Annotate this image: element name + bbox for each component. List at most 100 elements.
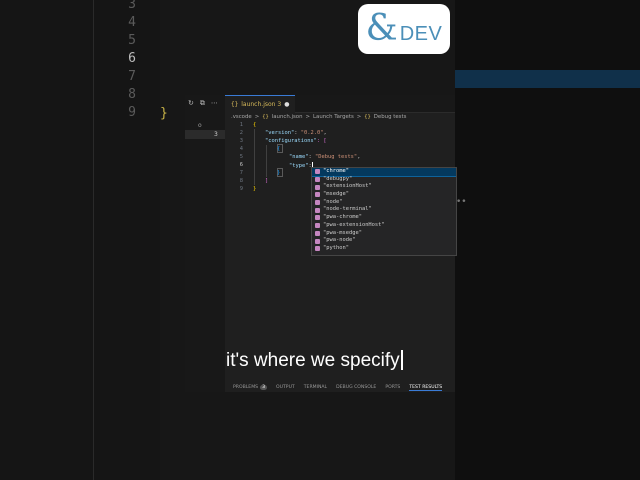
code-line: { — [253, 122, 256, 128]
breadcrumb-section[interactable]: Launch Targets — [313, 114, 354, 120]
line-number: 9 — [239, 186, 243, 192]
copy-icon[interactable]: ⧉ — [200, 99, 205, 108]
comma: , — [357, 154, 361, 160]
tab-debug-console[interactable]: DEBUG CONSOLE — [336, 385, 376, 390]
background-line-number: 3 — [128, 0, 136, 12]
suggestion-label: "node-terminal" — [323, 206, 372, 213]
line-number: 1 — [239, 122, 243, 128]
value-icon — [315, 169, 320, 175]
line-number: 7 — [239, 170, 243, 176]
activity-selected-row[interactable] — [185, 130, 225, 139]
suggestion-item[interactable]: "chrome" — [312, 168, 456, 177]
json-key: "name" — [289, 154, 309, 160]
value-icon — [315, 215, 320, 221]
refresh-icon[interactable]: ↻ — [188, 99, 194, 108]
suggestion-item[interactable]: "msedge" — [312, 191, 456, 199]
suggestion-label: "pwa-extensionHost" — [323, 221, 385, 228]
brace: } — [253, 186, 257, 192]
breadcrumb: .vscode > {} launch.json > Launch Target… — [231, 114, 406, 120]
suggestion-item[interactable]: "extensionHost" — [312, 183, 456, 191]
unsaved-dot-icon[interactable]: ● — [284, 101, 289, 108]
caption-text: it's where we specify — [226, 350, 400, 371]
value-icon — [315, 207, 320, 213]
suggestion-item[interactable]: "debugpy" — [312, 176, 456, 184]
logo-ampersand: & — [365, 8, 398, 49]
tab-test-results[interactable]: TEST RESULTS — [409, 385, 443, 391]
json-key: "type" — [289, 163, 309, 169]
code-line: "configurations": [ — [265, 138, 327, 144]
value-icon — [315, 230, 320, 236]
suggestion-item[interactable]: "pwa-chrome" — [312, 214, 456, 222]
value-icon — [315, 184, 320, 190]
panel-tab-bar: PROBLEMS 3 OUTPUT TERMINAL DEBUG CONSOLE … — [225, 383, 455, 392]
breadcrumb-separator: > — [356, 114, 362, 120]
code-line: "name": "Debug tests", — [289, 154, 360, 160]
suggestion-label: "python" — [323, 244, 349, 251]
breadcrumb-file[interactable]: launch.json — [272, 114, 303, 120]
breadcrumb-separator: > — [305, 114, 311, 120]
indent-guide — [254, 129, 255, 185]
more-icon[interactable]: ⋯ — [211, 99, 218, 108]
tab-problems[interactable]: PROBLEMS 3 — [233, 385, 268, 390]
json-icon: {} — [231, 101, 239, 108]
breadcrumb-folder[interactable]: .vscode — [231, 114, 252, 120]
problems-badge: 3 — [260, 385, 268, 390]
value-icon — [315, 200, 320, 206]
suggestion-item[interactable]: "node" — [312, 199, 456, 207]
editor-tab-bar: {} launch.json 3 ● — [225, 95, 455, 113]
comma: , — [323, 130, 327, 136]
brace: { — [277, 146, 281, 152]
indent-guide — [266, 145, 267, 177]
background-divider — [93, 0, 94, 480]
logo-text: DEV — [399, 22, 443, 45]
breadcrumb-item[interactable]: Debug tests — [374, 114, 407, 120]
json-icon: {} — [364, 114, 371, 120]
tab-launch-json[interactable]: {} launch.json 3 ● — [225, 95, 296, 113]
background-ellipsis: •• — [456, 197, 467, 207]
suggestion-item[interactable]: "pwa-msedge" — [312, 230, 456, 238]
bracket: : [ — [316, 138, 327, 144]
background-brace: } — [160, 106, 168, 121]
suggestion-label: "extensionHost" — [323, 183, 372, 190]
background-highlight — [455, 70, 640, 88]
tab-label: PROBLEMS — [233, 385, 259, 390]
code-line: "version": "0.2.0", — [265, 130, 327, 136]
background-line-number: 5 — [128, 33, 136, 48]
line-number: 2 — [239, 130, 243, 136]
json-string: "Debug tests" — [314, 154, 358, 160]
json-key: "configurations" — [265, 138, 317, 144]
suggestion-label: "node" — [323, 198, 343, 205]
value-icon — [315, 238, 320, 244]
activity-badge: o — [198, 122, 202, 129]
tab-ports[interactable]: PORTS — [385, 385, 400, 390]
background-line-number: 8 — [128, 87, 136, 102]
suggestion-label: "chrome" — [323, 168, 349, 174]
code-line-current: "type": — [289, 162, 313, 169]
suggestion-item[interactable]: "node-terminal" — [312, 206, 456, 214]
suggestion-item[interactable]: "pwa-node" — [312, 237, 456, 245]
code-line: } — [253, 186, 256, 192]
breadcrumb-separator: > — [254, 114, 260, 120]
value-icon — [315, 192, 320, 198]
line-number: 4 — [239, 146, 243, 152]
background-line-number: 9 — [128, 105, 136, 120]
tab-terminal[interactable]: TERMINAL — [304, 385, 327, 390]
line-number: 8 — [239, 178, 243, 184]
tab-label: launch.json 3 — [241, 101, 282, 108]
activity-toolbar: ↻ ⧉ ⋯ — [188, 99, 218, 108]
suggestion-item[interactable]: "pwa-extensionHost" — [312, 222, 456, 230]
value-icon — [315, 177, 320, 183]
value-icon — [315, 223, 320, 229]
suggestion-label: "msedge" — [323, 191, 349, 198]
channel-logo: & DEV — [358, 4, 450, 54]
line-number-current: 6 — [239, 162, 243, 168]
code-line: } — [277, 170, 280, 176]
suggestion-item[interactable]: "python" — [312, 245, 456, 253]
suggestion-label: "pwa-chrome" — [323, 214, 362, 221]
caption-caret — [400, 350, 403, 370]
background-line-number-active: 6 — [128, 51, 136, 66]
json-icon: {} — [262, 114, 269, 120]
brace: } — [277, 170, 281, 176]
tab-output[interactable]: OUTPUT — [276, 385, 295, 390]
bracket: ] — [265, 178, 269, 184]
